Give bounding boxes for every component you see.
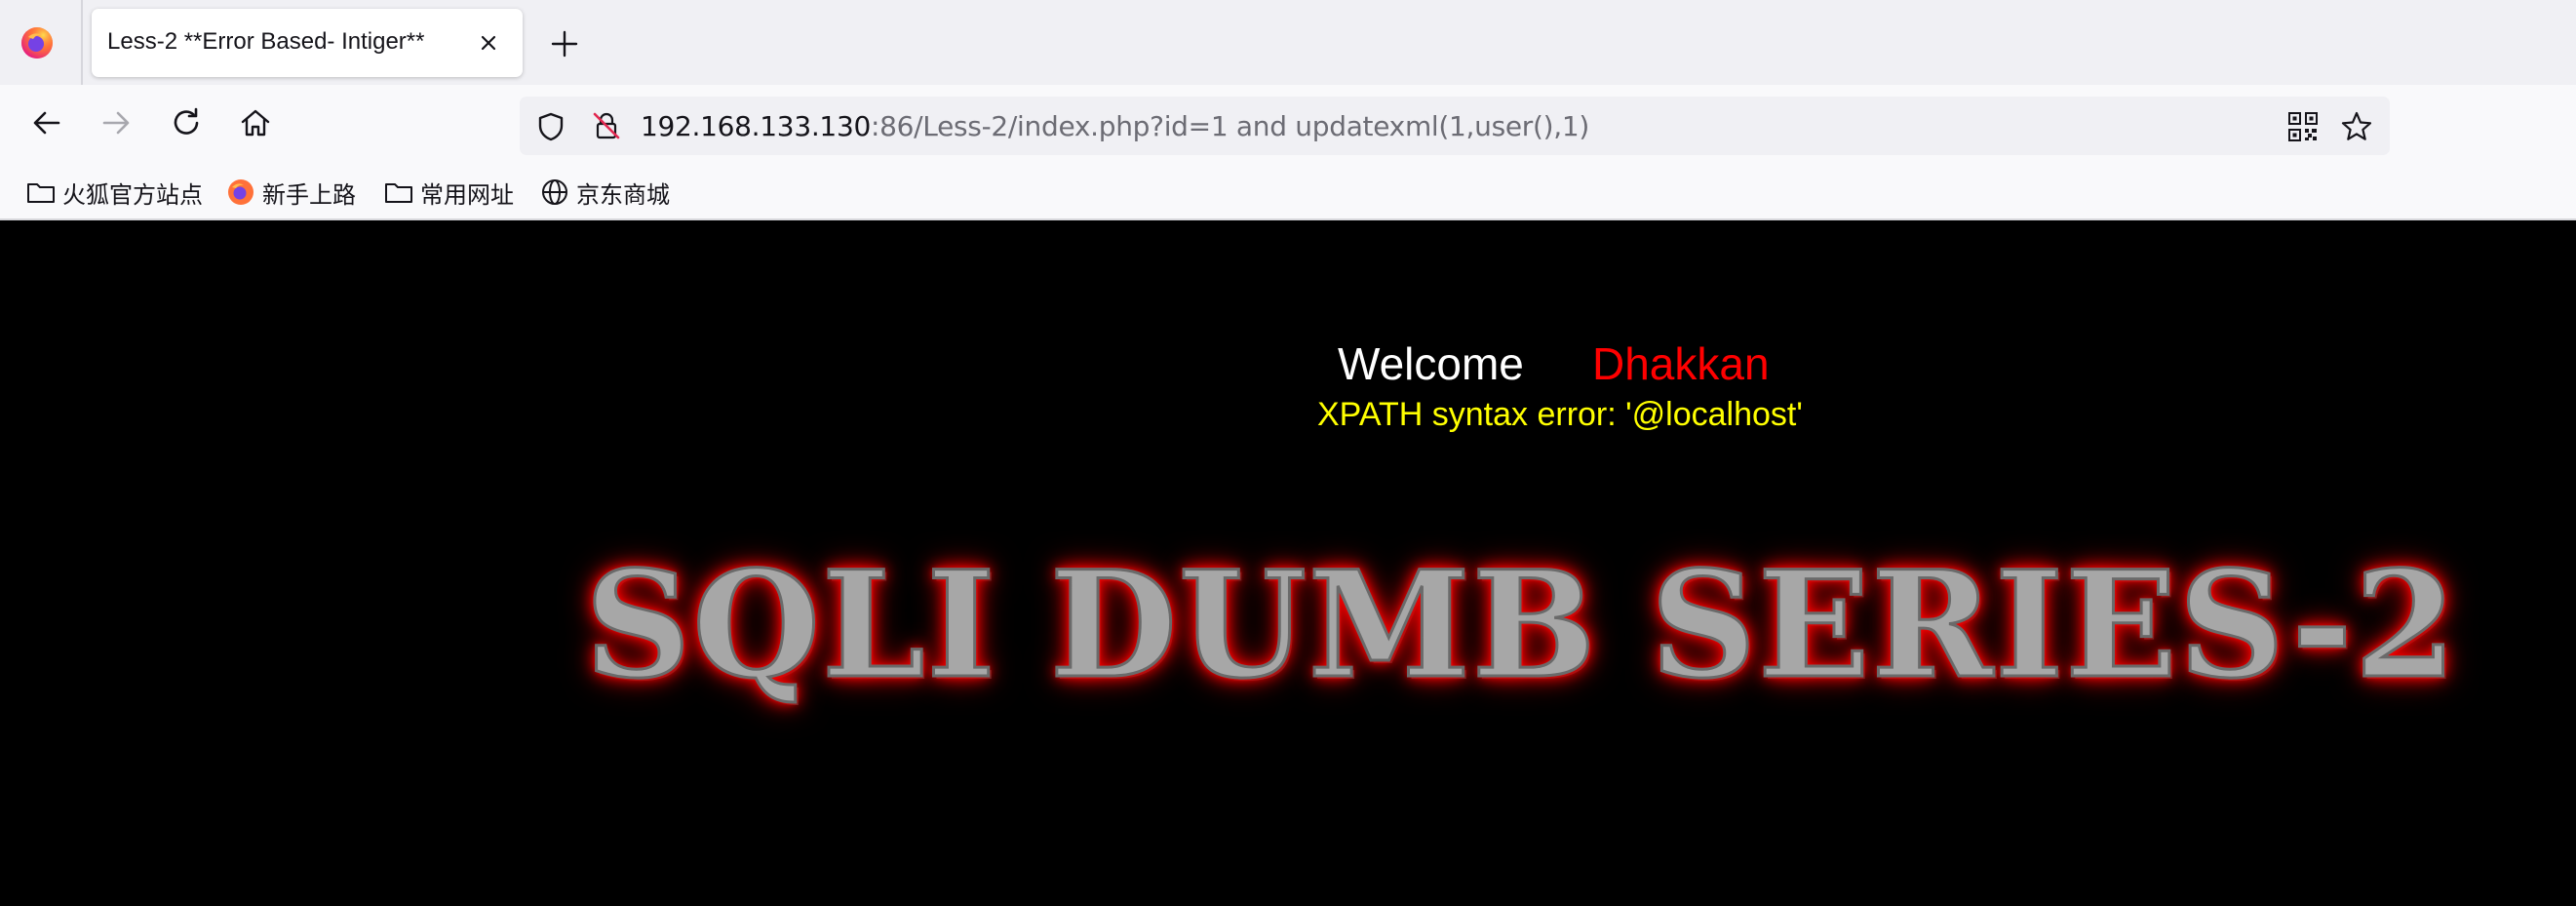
firefox-icon [228,179,254,205]
address-bar[interactable]: 192.168.133.130:86/Less-2/index.php?id=1… [520,97,2390,155]
banner-title: SQLI DUMB SERIES-2 [584,539,2459,711]
bookmark-item[interactable]: 新手上路 [225,175,356,210]
insecure-lock-icon[interactable] [590,109,623,142]
firefox-logo-icon[interactable] [20,25,55,60]
username-text: Dhakkan [1592,338,1770,389]
bookmark-item[interactable]: 火狐官方站点 [25,175,203,210]
qr-code-icon[interactable] [2286,110,2320,143]
welcome-text: Welcome [1338,338,1524,389]
forward-arrow-icon[interactable] [96,102,137,143]
shield-icon[interactable] [534,110,567,143]
bookmarks-toolbar: 火狐官方站点 新手上路 常用网址 京东商城 [0,165,2576,220]
bookmark-star-icon[interactable] [2339,109,2374,144]
bookmark-label: 新手上路 [262,180,356,209]
error-message: XPATH syntax error: '@localhost' [1317,396,1803,433]
bookmark-item[interactable]: 常用网址 [383,175,514,210]
bookmark-label: 京东商城 [576,180,670,209]
folder-icon [385,183,412,203]
url-text[interactable]: 192.168.133.130:86/Less-2/index.php?id=1… [641,110,1589,142]
new-tab-plus-icon[interactable] [548,27,581,60]
reload-icon[interactable] [166,102,207,143]
url-path: :86/Less-2/index.php?id=1 and updatexml(… [870,110,1589,142]
home-icon[interactable] [235,102,276,143]
page-content: Welcome Dhakkan XPATH syntax error: '@lo… [0,220,2576,906]
back-arrow-icon[interactable] [26,102,67,143]
globe-icon [542,179,567,205]
tab-strip: Less-2 **Error Based- Intiger** [0,0,2576,85]
bookmark-label: 常用网址 [420,180,514,209]
tab-separator [81,0,83,85]
banner-image: SQLI DUMB SERIES-2 [584,539,2535,711]
url-host: 192.168.133.130 [641,110,871,142]
navigation-bar: 192.168.133.130:86/Less-2/index.php?id=1… [0,85,2576,165]
bookmark-label: 火狐官方站点 [62,180,203,209]
close-icon[interactable] [474,28,503,58]
tab-title: Less-2 **Error Based- Intiger** [107,28,425,55]
folder-icon [27,183,55,203]
bookmark-item[interactable]: 京东商城 [539,175,670,210]
tab-active[interactable]: Less-2 **Error Based- Intiger** [92,9,523,77]
